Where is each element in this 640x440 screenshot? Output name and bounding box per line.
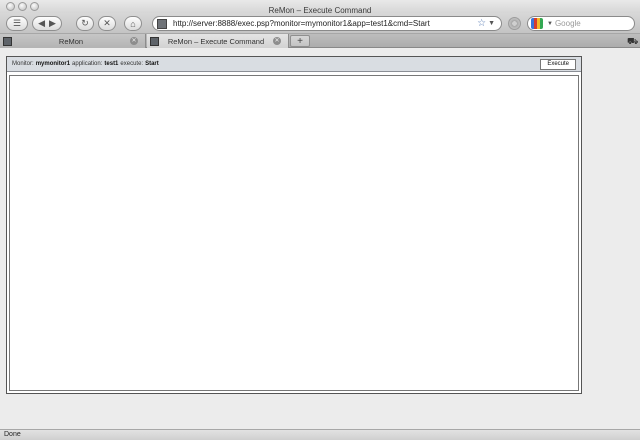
home-button[interactable]: ⌂ bbox=[124, 16, 142, 31]
url-bar[interactable]: http://server:8888/exec.psp?monitor=mymo… bbox=[152, 16, 502, 31]
output-area bbox=[9, 75, 579, 391]
search-bar[interactable]: ▼ Google bbox=[527, 16, 635, 31]
stop-icon: ✕ bbox=[103, 18, 111, 28]
status-text: Done bbox=[4, 431, 21, 438]
execute-label: execute: bbox=[120, 61, 144, 67]
panel-header: Monitor: mymonitor1 application: test1 e… bbox=[7, 57, 581, 72]
tab-execute-command[interactable]: ReMon – Execute Command ✕ bbox=[147, 34, 289, 48]
menu-icon: ☰ bbox=[12, 18, 22, 28]
search-placeholder[interactable]: Google bbox=[555, 19, 581, 28]
tab-favicon-icon bbox=[3, 36, 12, 46]
execute-panel: Monitor: mymonitor1 application: test1 e… bbox=[6, 56, 582, 394]
bookmark-star-icon[interactable]: ☆ bbox=[477, 18, 486, 29]
back-forward-button[interactable]: ◀ ▶ bbox=[32, 16, 62, 31]
minimize-window-button[interactable] bbox=[18, 2, 27, 11]
tab-favicon-icon bbox=[150, 36, 159, 46]
reload-icon: ↻ bbox=[81, 18, 89, 28]
execute-value: Start bbox=[145, 61, 159, 67]
search-engine-icon[interactable] bbox=[531, 18, 543, 29]
stop-button[interactable]: ✕ bbox=[98, 16, 116, 31]
site-identity-icon[interactable] bbox=[157, 18, 167, 29]
reload-button[interactable]: ↻ bbox=[76, 16, 94, 31]
downloads-icon[interactable]: ⛟ bbox=[627, 36, 638, 48]
application-label: application: bbox=[72, 61, 103, 67]
gear-icon[interactable] bbox=[508, 17, 521, 30]
forward-icon: ▶ bbox=[49, 18, 56, 28]
tab-label: ReMon – Execute Command bbox=[167, 36, 265, 46]
tab-label: ReMon bbox=[58, 36, 84, 46]
title-bar: ReMon – Execute Command bbox=[0, 0, 640, 15]
url-text[interactable]: http://server:8888/exec.psp?monitor=mymo… bbox=[173, 19, 477, 28]
history-dropdown-icon[interactable]: ▼ bbox=[488, 20, 495, 27]
home-icon: ⌂ bbox=[130, 18, 136, 29]
back-icon: ◀ bbox=[38, 18, 45, 28]
menu-button[interactable]: ☰ bbox=[6, 16, 28, 31]
monitor-value: mymonitor1 bbox=[35, 61, 71, 67]
new-tab-button[interactable]: + bbox=[290, 35, 310, 47]
browser-window: ReMon – Execute Command ☰ ◀ ▶ ↻ ✕ ⌂ http… bbox=[0, 0, 640, 440]
zoom-window-button[interactable] bbox=[30, 2, 39, 11]
navigation-toolbar: ☰ ◀ ▶ ↻ ✕ ⌂ http://server:8888/exec.psp?… bbox=[0, 13, 640, 34]
search-engine-dropdown-icon[interactable]: ▼ bbox=[547, 21, 553, 27]
tab-bar: ReMon ✕ ReMon – Execute Command ✕ + ⛟ bbox=[0, 34, 640, 48]
tab-close-icon[interactable]: ✕ bbox=[130, 37, 138, 45]
monitor-label: Monitor: bbox=[12, 61, 34, 67]
tab-close-icon[interactable]: ✕ bbox=[273, 37, 281, 45]
tab-remon[interactable]: ReMon ✕ bbox=[0, 34, 146, 48]
execute-button[interactable]: Execute bbox=[540, 59, 576, 70]
close-window-button[interactable] bbox=[6, 2, 15, 11]
application-value: test1 bbox=[104, 61, 119, 67]
page-content: Monitor: mymonitor1 application: test1 e… bbox=[0, 49, 640, 429]
status-bar: Done bbox=[0, 429, 640, 440]
